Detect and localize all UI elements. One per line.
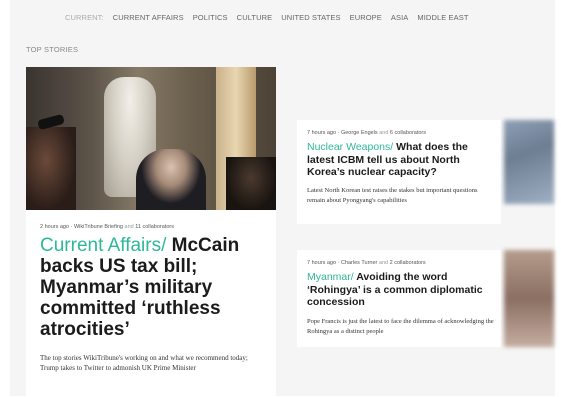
story-category[interactable]: Nuclear Weapons (307, 141, 390, 153)
nav-item-asia[interactable]: ASIA (391, 13, 409, 22)
nav-item-politics[interactable]: POLITICS (193, 13, 228, 22)
side-story-card[interactable]: 7 hours ago · Charles Turner and 2 colla… (297, 250, 501, 347)
nav-item-current-affairs[interactable]: CURRENT AFFAIRS (113, 13, 184, 22)
story-collaborators-link[interactable]: 2 collaborators (390, 260, 426, 266)
side-story-summary: Pope Francis is just the latest to face … (307, 318, 494, 335)
story-time: 7 hours ago (307, 260, 337, 266)
story-category[interactable]: Myanmar (307, 271, 351, 283)
story-author-link[interactable]: George Engels (341, 130, 378, 136)
story-collaborators-link[interactable]: 6 collaborators (390, 130, 426, 136)
story-category[interactable]: Current Affairs (40, 235, 161, 256)
main-story-summary: The top stories WikiTribune's working on… (40, 354, 248, 372)
meta-separator: · (70, 224, 73, 230)
side-story-title[interactable]: Myanmar/ Avoiding the word ‘Rohingya’ is… (307, 271, 495, 309)
meta-and: and (379, 130, 389, 136)
story-time: 2 hours ago (40, 224, 70, 230)
story-time: 7 hours ago (307, 130, 337, 136)
nav-current-label: CURRENT: (65, 13, 104, 22)
meta-separator: · (337, 260, 340, 266)
meta-and: and (378, 260, 389, 266)
nav-item-middle-east[interactable]: MIDDLE EAST (417, 13, 468, 22)
hero-person-left (26, 127, 76, 210)
hero-person-right (226, 157, 276, 210)
main-story-card[interactable]: 2 hours ago · WikiTribune Briefing and 1… (26, 67, 276, 397)
category-separator: / (161, 235, 167, 256)
nav-item-culture[interactable]: CULTURE (237, 13, 273, 22)
main-story-meta: 2 hours ago · WikiTribune Briefing and 1… (40, 224, 174, 230)
category-separator: / (350, 271, 354, 283)
nav-item-europe[interactable]: EUROPE (350, 13, 382, 22)
hero-person-center (136, 149, 206, 210)
side-story-title[interactable]: Nuclear Weapons/ What does the latest IC… (307, 141, 495, 179)
side-story-thumbnail[interactable] (504, 250, 554, 347)
story-collaborators-link[interactable]: 11 collaborators (135, 224, 174, 230)
page: CURRENT: CURRENT AFFAIRS POLITICS CULTUR… (10, 0, 555, 397)
top-nav: CURRENT: CURRENT AFFAIRS POLITICS CULTUR… (65, 13, 469, 22)
side-story-meta: 7 hours ago · Charles Turner and 2 colla… (307, 260, 426, 266)
category-separator: / (390, 141, 394, 153)
meta-and: and (124, 224, 134, 230)
side-story-summary: Latest North Korean test raises the stak… (307, 187, 478, 204)
main-story-image[interactable] (26, 67, 276, 210)
side-story-meta: 7 hours ago · George Engels and 6 collab… (307, 130, 426, 136)
side-story-card[interactable]: 7 hours ago · George Engels and 6 collab… (297, 120, 501, 224)
story-author-link[interactable]: WikiTribune Briefing (74, 224, 123, 230)
main-story-title[interactable]: Current Affairs/ McCain backs US tax bil… (40, 235, 270, 340)
section-heading: TOP STORIES (26, 45, 79, 54)
nav-item-united-states[interactable]: UNITED STATES (281, 13, 340, 22)
story-author-link[interactable]: Charles Turner (341, 260, 377, 266)
side-story-thumbnail[interactable] (504, 120, 554, 204)
meta-separator: · (337, 130, 340, 136)
